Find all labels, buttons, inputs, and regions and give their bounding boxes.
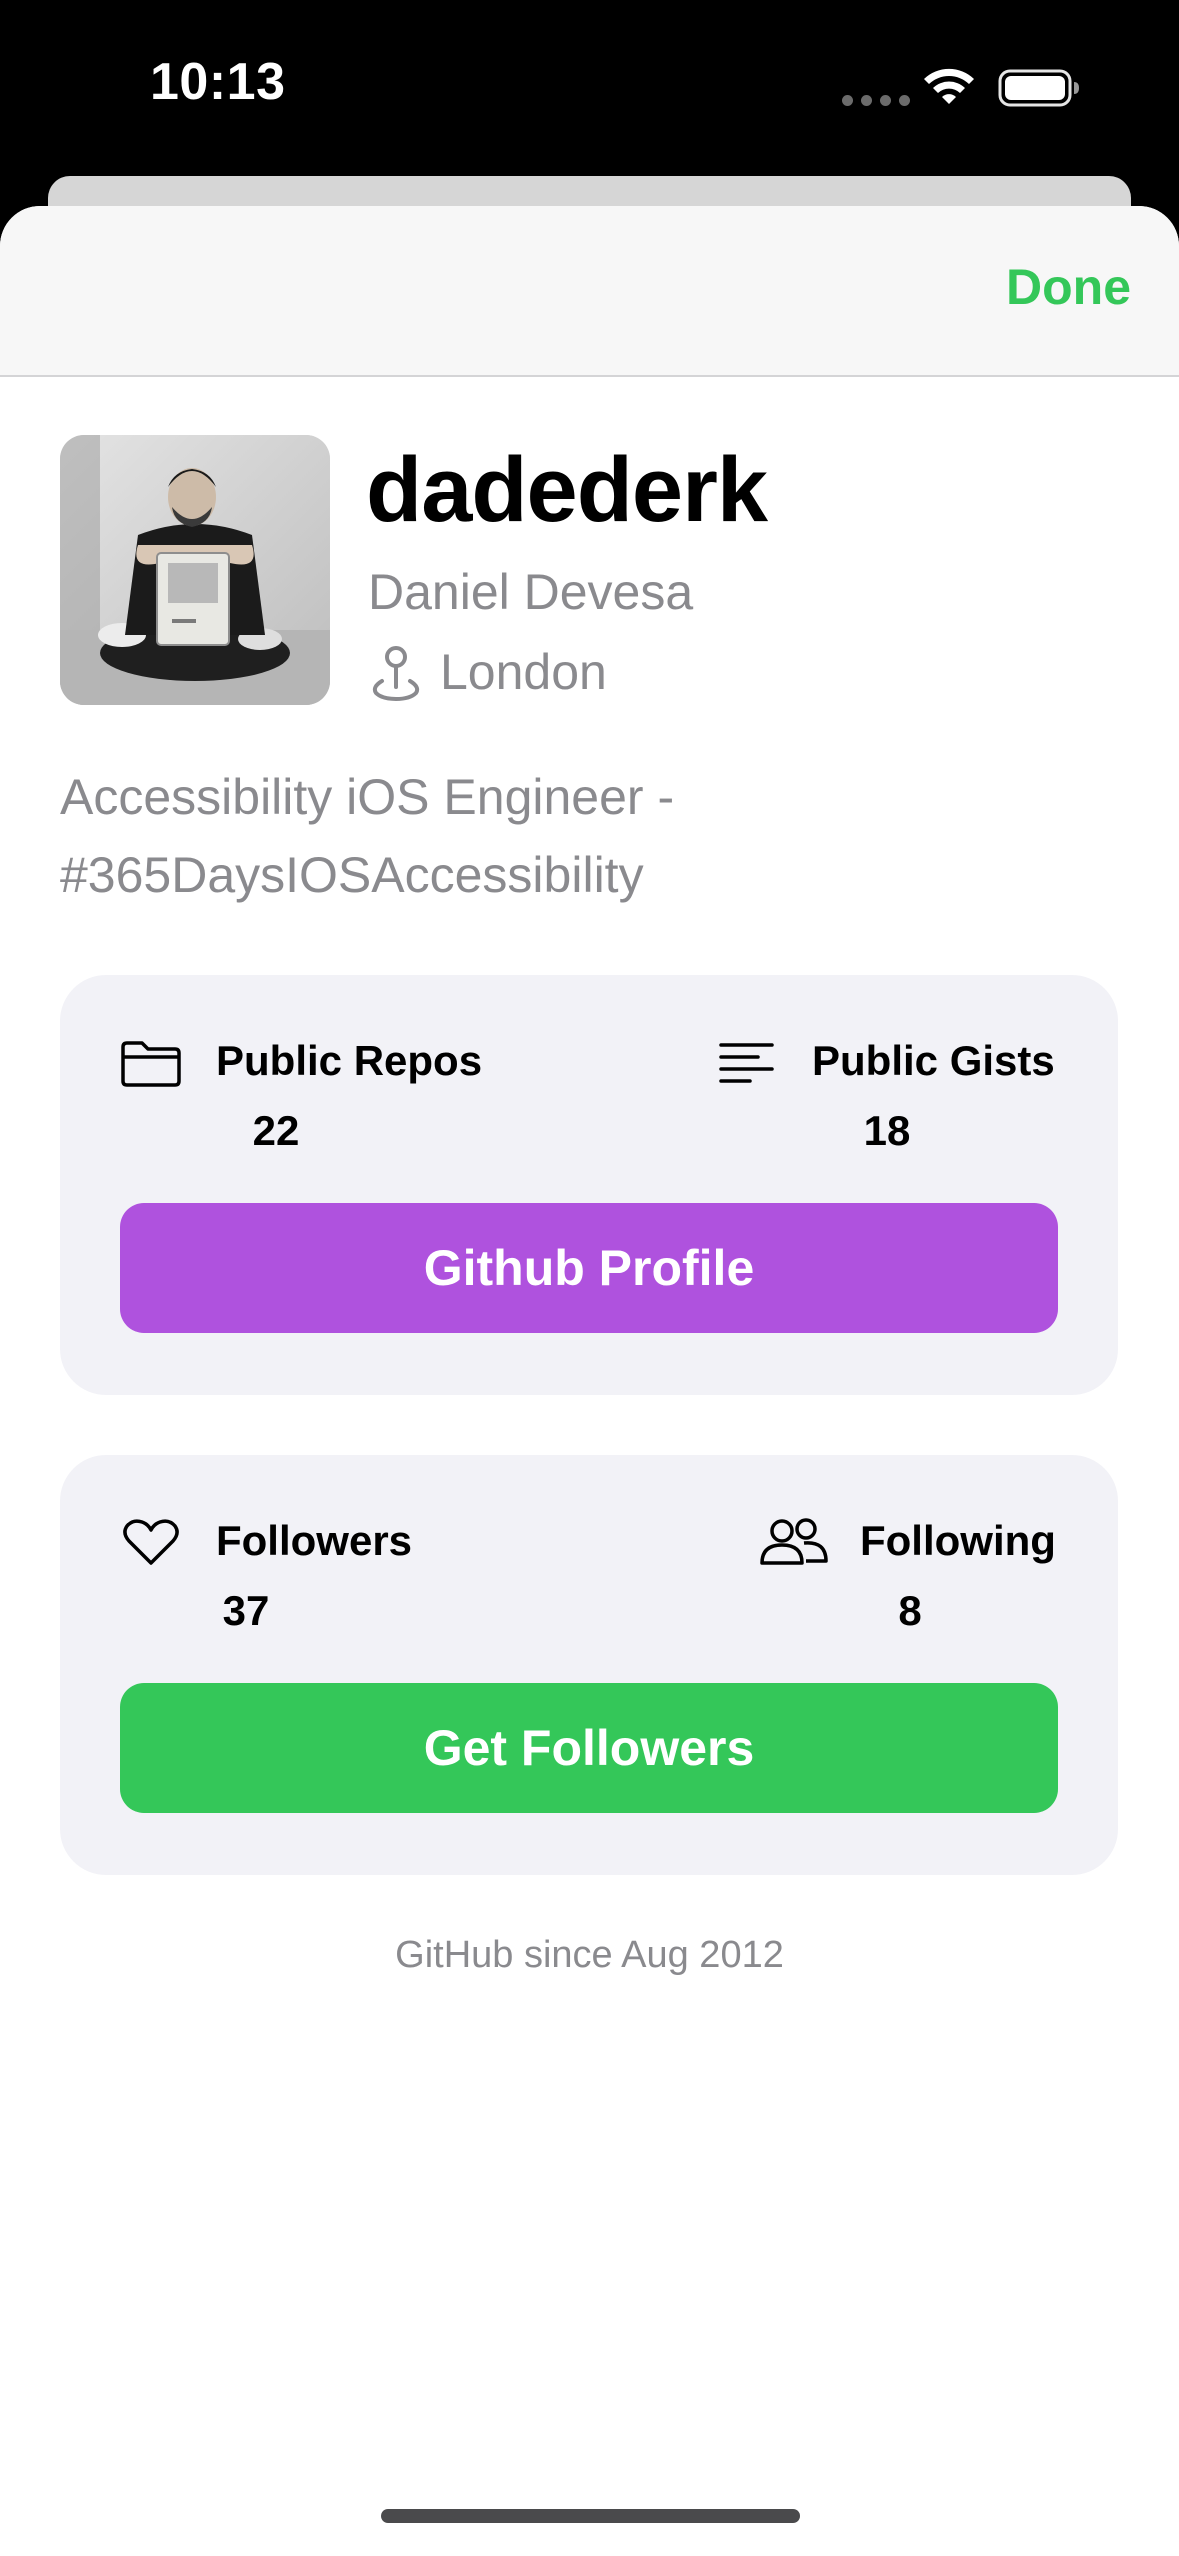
avatar (60, 435, 330, 705)
public-repos-value: 22 (252, 1107, 300, 1154)
repos-card: Public Repos 22 Public Gists 18 Github P… (60, 975, 1118, 1395)
text-lines-icon (719, 1043, 774, 1083)
folder-icon (121, 1041, 181, 1087)
map-pin-icon (372, 646, 420, 701)
following-stat: Following 8 (758, 1517, 1078, 1647)
location-text: London (440, 644, 607, 700)
wifi-icon (924, 68, 974, 104)
avatar-photo (60, 435, 330, 705)
bio: Accessibility iOS Engineer - #365DaysIOS… (60, 769, 675, 903)
status-time: 10:13 (150, 53, 286, 111)
following-label: Following (860, 1517, 1056, 1564)
followers-value: 37 (222, 1587, 270, 1634)
public-gists-label: Public Gists (812, 1037, 1055, 1084)
following-value: 8 (898, 1587, 922, 1634)
public-gists-stat: Public Gists 18 (718, 1037, 1078, 1167)
get-followers-button[interactable]: Get Followers (120, 1683, 1058, 1813)
user-info-sheet: Done dadederk Daniel Devesa London Acces… (0, 206, 1179, 2556)
navigation-bar: Done (0, 206, 1179, 377)
followers-stat: Followers 37 (120, 1517, 520, 1647)
github-profile-button[interactable]: Github Profile (120, 1203, 1058, 1333)
home-indicator[interactable] (381, 2509, 800, 2523)
followers-card: Followers 37 Following 8 Get Followers (60, 1455, 1118, 1875)
heart-icon (123, 1519, 179, 1565)
cellular-signal-icon (842, 95, 910, 106)
username: dadederk (366, 439, 768, 541)
real-name: Daniel Devesa (368, 564, 694, 620)
battery-icon (998, 69, 1079, 107)
done-button[interactable]: Done (1006, 258, 1131, 316)
public-gists-value: 18 (863, 1107, 911, 1154)
public-repos-stat: Public Repos 22 (120, 1037, 520, 1167)
public-repos-label: Public Repos (216, 1037, 483, 1084)
member-since-text: GitHub since Aug 2012 (395, 1934, 784, 1976)
followers-label: Followers (216, 1517, 413, 1564)
people-icon (760, 1518, 828, 1565)
status-bar: 10:13 (0, 0, 1179, 175)
location-row: London (368, 642, 607, 702)
